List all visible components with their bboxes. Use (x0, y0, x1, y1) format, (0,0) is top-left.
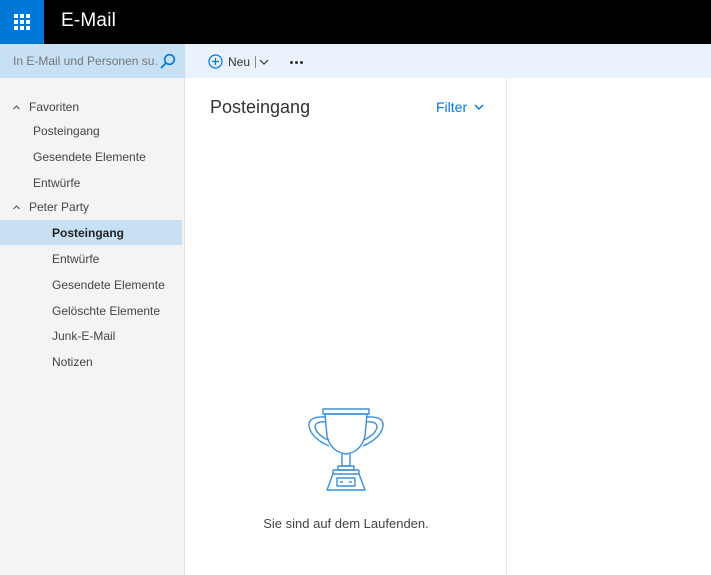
nav-item-deleted[interactable]: Gelöschte Elemente (0, 298, 182, 323)
folder-pane: Favoriten Posteingang Gesendete Elemente… (0, 78, 185, 575)
nav-item-junk[interactable]: Junk-E-Mail (0, 323, 182, 348)
nav-item-label: Posteingang (33, 123, 100, 138)
new-button[interactable]: Neu (208, 53, 269, 70)
nav-item-label: Junk-E-Mail (52, 328, 116, 343)
caret-up-icon (13, 204, 20, 209)
nav-item-drafts[interactable]: Entwürfe (0, 246, 182, 271)
nav-item-favorites-inbox[interactable]: Posteingang (0, 118, 182, 143)
nav-group-label: Peter Party (29, 200, 90, 214)
nav-group-favorites[interactable]: Favoriten (12, 97, 79, 117)
folder-title: Posteingang (210, 97, 311, 117)
filter-label: Filter (436, 99, 468, 115)
nav-item-label: Entwürfe (33, 175, 81, 190)
plus-circle-icon (208, 54, 223, 69)
empty-state-message: Sie sind auf dem Laufenden. (263, 516, 429, 531)
app-title: E-Mail (61, 10, 117, 31)
message-list-pane: Posteingang Filter Sie sind auf dem Lauf… (185, 78, 507, 575)
filter-button[interactable]: Filter (436, 99, 484, 115)
nav-item-label: Entwürfe (52, 251, 100, 266)
trophy-icon (308, 408, 384, 491)
nav-group-account[interactable]: Peter Party (12, 197, 89, 217)
nav-item-notes[interactable]: Notizen (0, 349, 182, 374)
waffle-icon (14, 14, 30, 30)
app-launcher-button[interactable] (0, 0, 44, 44)
new-button-divider (255, 55, 257, 68)
search-box (0, 44, 185, 78)
reading-pane (507, 78, 711, 575)
nav-group-label: Favoriten (29, 100, 80, 114)
nav-item-label: Gelöschte Elemente (52, 303, 161, 318)
nav-item-label: Gesendete Elemente (33, 149, 146, 164)
nav-item-inbox[interactable]: Posteingang (0, 220, 182, 245)
nav-item-label: Posteingang (52, 225, 125, 240)
command-bar: Neu (185, 44, 711, 78)
nav-item-label: Notizen (52, 354, 93, 369)
caret-up-icon (13, 104, 20, 109)
chevron-down-icon (474, 104, 484, 110)
search-input[interactable] (13, 54, 157, 68)
top-bar: E-Mail (0, 0, 711, 44)
nav-item-sent[interactable]: Gesendete Elemente (0, 272, 182, 297)
nav-item-favorites-drafts[interactable]: Entwürfe (0, 170, 182, 195)
new-button-label: Neu (228, 54, 251, 69)
more-icon[interactable] (288, 54, 304, 70)
search-icon[interactable] (160, 53, 176, 69)
nav-item-favorites-sent[interactable]: Gesendete Elemente (0, 144, 182, 169)
chevron-down-icon[interactable] (259, 57, 269, 67)
nav-item-label: Gesendete Elemente (52, 277, 165, 292)
